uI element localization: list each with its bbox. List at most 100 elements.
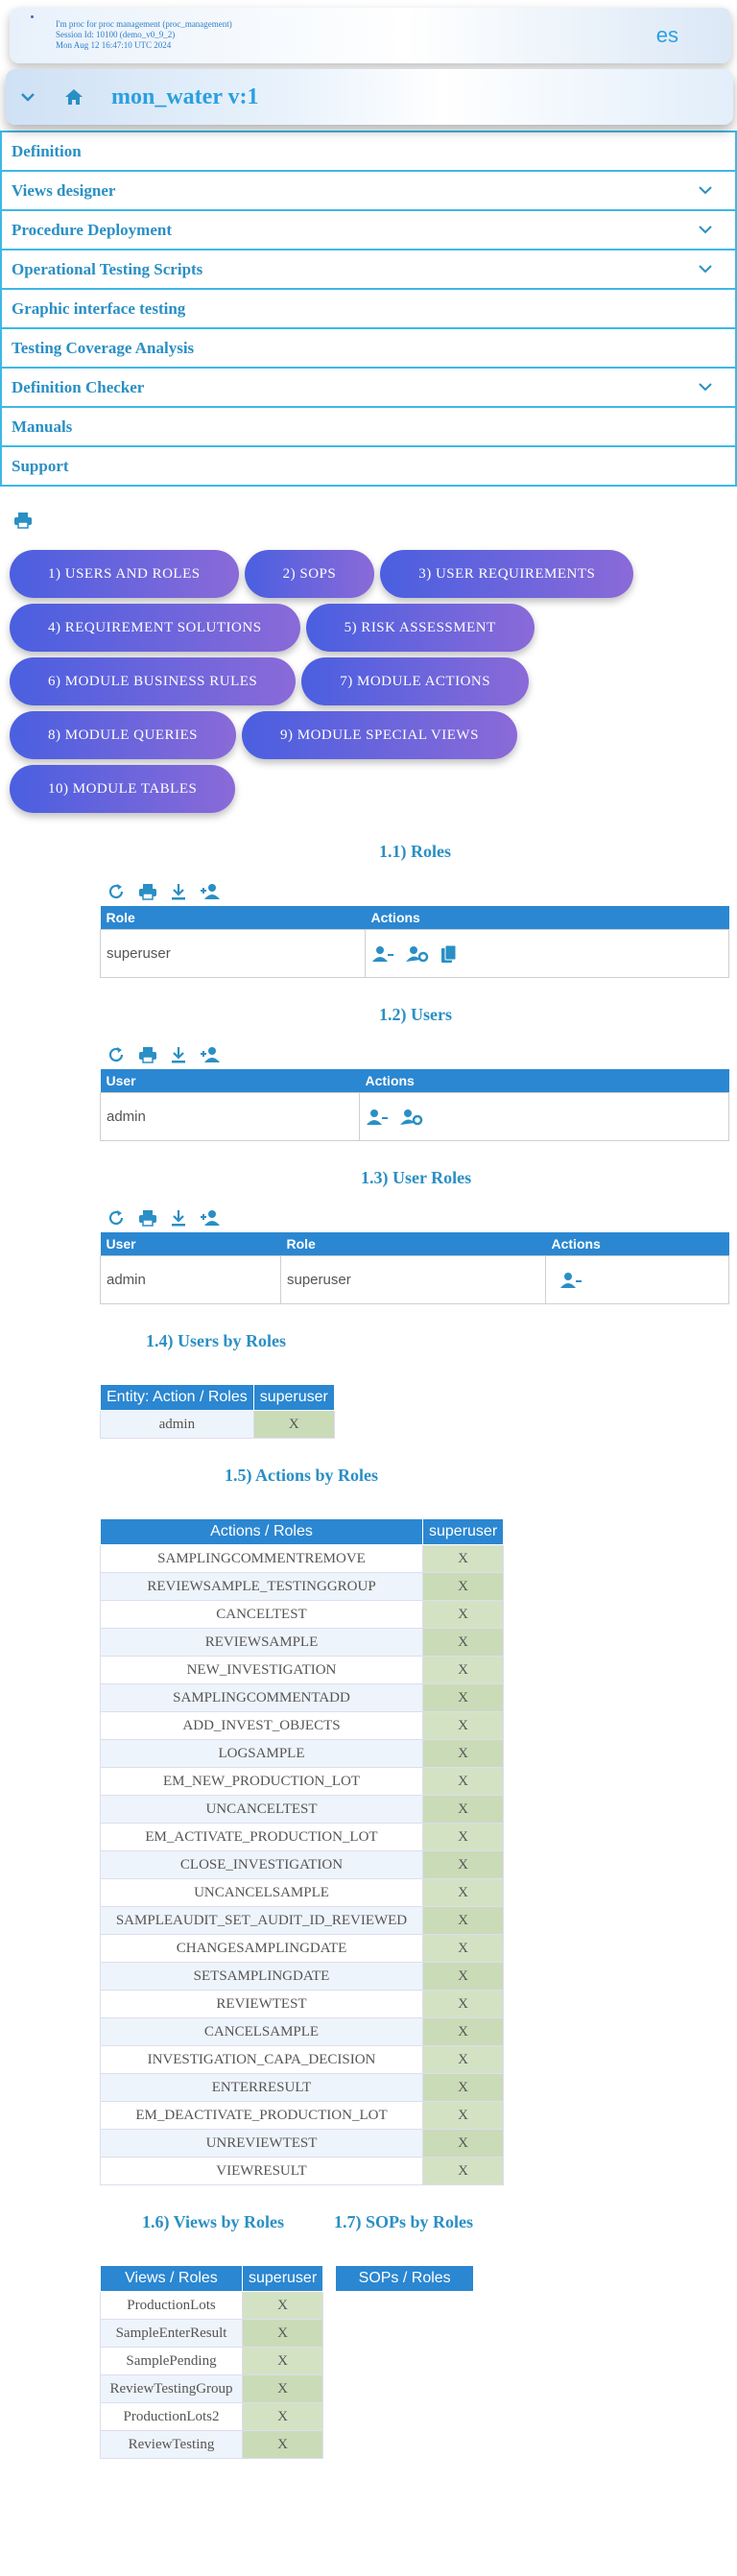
- collapse-button[interactable]: [13, 83, 42, 111]
- language-toggle[interactable]: es: [656, 23, 678, 48]
- download-icon[interactable]: [171, 1209, 186, 1227]
- user-settings-icon[interactable]: [400, 1109, 423, 1126]
- printer-icon[interactable]: [138, 883, 157, 900]
- menu-item-procedure-deployment[interactable]: Procedure Deployment: [0, 209, 737, 250]
- table-row: SAMPLINGCOMMENTADD X: [100, 1683, 505, 1712]
- menu-item-definition-checker[interactable]: Definition Checker: [0, 367, 737, 408]
- role-header: superuser: [421, 1518, 505, 1545]
- user-settings-icon[interactable]: [406, 945, 429, 963]
- actions-cell: [359, 1092, 729, 1141]
- mark-cell: X: [241, 2402, 324, 2431]
- menu-item-support[interactable]: Support: [0, 445, 737, 487]
- table-header-row: Role Actions: [100, 906, 729, 930]
- table-row: UNCANCELTEST X: [100, 1795, 505, 1824]
- row-name-cell: VIEWRESULT: [100, 2157, 423, 2185]
- chevron-down-icon: [699, 186, 712, 195]
- mark-cell: X: [421, 1850, 505, 1879]
- chip-users-and-roles[interactable]: 1) USERS AND ROLES: [10, 550, 239, 598]
- chip-module-business-rules[interactable]: 6) MODULE BUSINESS RULES: [10, 657, 297, 705]
- table-row: SamplePending X: [100, 2347, 324, 2375]
- column-header-actions: Actions: [545, 1232, 729, 1256]
- menu-item-operational-testing-scripts[interactable]: Operational Testing Scripts: [0, 249, 737, 290]
- role-header: superuser: [252, 1384, 335, 1411]
- row-name-cell: ADD_INVEST_OBJECTS: [100, 1711, 423, 1740]
- chip-risk-assessment[interactable]: 5) RISK ASSESSMENT: [305, 604, 535, 652]
- roles-table: Role Actions superuser: [100, 906, 729, 978]
- mark-cell: X: [421, 1711, 505, 1740]
- corner-header: SOPs / Roles: [335, 2265, 475, 2292]
- printer-icon[interactable]: [138, 1209, 157, 1227]
- menu-item-testing-coverage-analysis[interactable]: Testing Coverage Analysis: [0, 327, 737, 369]
- menu-item-definition[interactable]: Definition: [0, 131, 737, 172]
- chevron-down-icon: [699, 226, 712, 234]
- menu-item-graphic-interface-testing[interactable]: Graphic interface testing: [0, 288, 737, 329]
- refresh-icon[interactable]: [107, 883, 125, 900]
- actions-cell: [365, 929, 729, 978]
- section-title-sops-by-roles: 1.7) SOPs by Roles: [334, 2212, 474, 2231]
- chip-module-actions[interactable]: 7) MODULE ACTIONS: [301, 657, 530, 705]
- row-name-cell: CHANGESAMPLINGDATE: [100, 1934, 423, 1963]
- procedure-title: mon_water v:1: [111, 83, 259, 109]
- role-header: superuser: [241, 2265, 324, 2292]
- table-row: CLOSE_INVESTIGATION X: [100, 1850, 505, 1879]
- chip-module-tables[interactable]: 10) MODULE TABLES: [10, 765, 236, 813]
- mark-cell: X: [421, 1906, 505, 1935]
- copy-icon[interactable]: [440, 944, 458, 964]
- menu-item-views-designer[interactable]: Views designer: [0, 170, 737, 211]
- table-row: admin X: [100, 1410, 335, 1439]
- corner-header: Entity: Action / Roles: [100, 1384, 254, 1411]
- section-title-actions-by-roles: 1.5) Actions by Roles: [225, 1466, 379, 1485]
- column-header-actions: Actions: [365, 906, 729, 930]
- row-name-cell: EM_DEACTIVATE_PRODUCTION_LOT: [100, 2101, 423, 2130]
- mark-cell: X: [421, 1683, 505, 1712]
- views-sops-titles: 1.6) Views by Roles 1.7) SOPs by Roles: [142, 2212, 737, 2232]
- mark-cell: X: [421, 2157, 505, 2185]
- menu-item-label: Graphic interface testing: [12, 298, 186, 318]
- table-row: admin superuser: [100, 1255, 729, 1304]
- download-icon[interactable]: [171, 883, 186, 900]
- views-by-roles-table: Views / Roles superuser ProductionLots X S…: [100, 2265, 324, 2459]
- remove-user-icon[interactable]: [371, 945, 394, 963]
- actions-by-roles-table: Actions / Roles superuser SAMPLINGCOMMEN…: [100, 1518, 505, 2185]
- row-name-cell: CLOSE_INVESTIGATION: [100, 1850, 423, 1879]
- add-user-icon[interactable]: [200, 883, 221, 900]
- print-page-button[interactable]: [13, 512, 33, 529]
- row-name-cell: CANCELTEST: [100, 1600, 423, 1629]
- remove-user-icon[interactable]: [559, 1272, 582, 1289]
- chip-sops[interactable]: 2) SOPS: [244, 550, 375, 598]
- corner-header: Views / Roles: [100, 2265, 243, 2292]
- table-row: CHANGESAMPLINGDATE X: [100, 1934, 505, 1963]
- refresh-icon[interactable]: [107, 1209, 125, 1227]
- row-name-cell: UNCANCELTEST: [100, 1795, 423, 1824]
- views-sops-tables: Views / Roles superuser ProductionLots X S…: [100, 2265, 737, 2459]
- row-name-cell: UNREVIEWTEST: [100, 2129, 423, 2158]
- chip-user-requirements[interactable]: 3) USER REQUIREMENTS: [380, 550, 634, 598]
- session-bar: I'm proc for proc management (proc_manag…: [10, 8, 731, 63]
- mark-cell: X: [241, 2347, 324, 2375]
- chip-module-special-views[interactable]: 9) MODULE SPECIAL VIEWS: [242, 711, 517, 759]
- section-title-user-roles: 1.3) User Roles: [361, 1168, 472, 1187]
- actions-body: SAMPLINGCOMMENTREMOVE X REVIEWSAMPLE_TESTI…: [100, 1544, 505, 2185]
- add-user-icon[interactable]: [200, 1209, 221, 1227]
- home-button[interactable]: [59, 83, 88, 111]
- table-row: UNREVIEWTEST X: [100, 2129, 505, 2158]
- menu-item-label: Testing Coverage Analysis: [12, 338, 195, 357]
- users-table: User Actions admin: [100, 1069, 729, 1141]
- mark-cell: X: [421, 1934, 505, 1963]
- chip-module-queries[interactable]: 8) MODULE QUERIES: [10, 711, 236, 759]
- printer-icon[interactable]: [138, 1046, 157, 1063]
- row-name-cell: INVESTIGATION_CAPA_DECISION: [100, 2045, 423, 2074]
- user-cell: admin: [100, 1255, 281, 1304]
- remove-user-icon[interactable]: [366, 1109, 389, 1126]
- download-icon[interactable]: [171, 1046, 186, 1063]
- chevron-down-icon: [699, 383, 712, 392]
- section-title-users: 1.2) Users: [379, 1005, 452, 1024]
- table-header-row: Actions / Roles superuser: [100, 1518, 505, 1545]
- table-header-row: Entity: Action / Roles superuser: [100, 1384, 335, 1411]
- add-user-icon[interactable]: [200, 1046, 221, 1063]
- refresh-icon[interactable]: [107, 1046, 125, 1063]
- users-by-roles-table: Entity: Action / Roles superuser admin X: [100, 1384, 335, 1439]
- chip-requirement-solutions[interactable]: 4) REQUIREMENT SOLUTIONS: [10, 604, 300, 652]
- mark-cell: X: [421, 1600, 505, 1629]
- menu-item-manuals[interactable]: Manuals: [0, 406, 737, 447]
